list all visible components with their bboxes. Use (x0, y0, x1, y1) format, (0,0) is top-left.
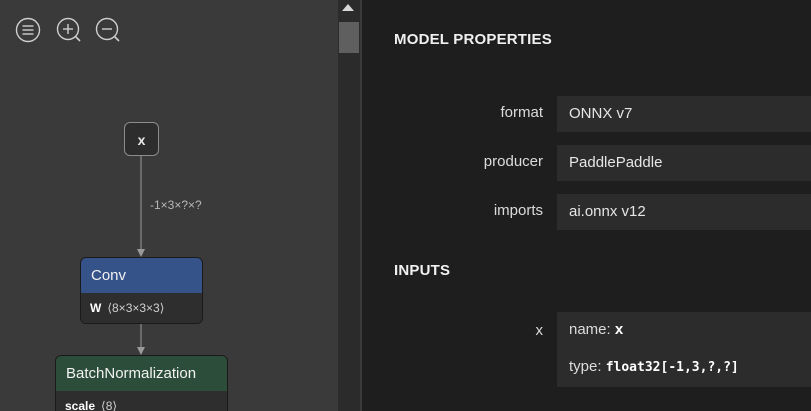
attribute-shape: ⟨8×3×3×3⟩ (107, 301, 165, 315)
panel-title: MODEL PROPERTIES (394, 31, 552, 48)
producer-value[interactable]: PaddlePaddle (557, 145, 811, 181)
scroll-up-arrow-icon[interactable] (342, 4, 354, 11)
name-key: name: (569, 321, 611, 338)
attribute-shape: ⟨8⟩ (101, 399, 118, 411)
type-key: type: (569, 358, 602, 375)
model-properties-panel: MODEL PROPERTIES format ONNX v7 producer… (362, 0, 811, 411)
format-label: format (500, 104, 543, 121)
scrollbar-thumb[interactable] (339, 22, 359, 53)
imports-value[interactable]: ai.onnx v12 (557, 194, 811, 230)
batchnormalization-node[interactable]: BatchNormalization scale ⟨8⟩ (55, 355, 228, 411)
edge-arrowhead (137, 347, 145, 355)
node-attribute: W ⟨8×3×3×3⟩ (81, 293, 202, 323)
edge-arrowhead (137, 249, 145, 257)
conv-node[interactable]: Conv W ⟨8×3×3×3⟩ (80, 257, 203, 324)
imports-label: imports (493, 202, 543, 219)
name-value: x (614, 321, 624, 338)
input-type-row[interactable]: type: float32[-1,3,?,?] (557, 349, 811, 387)
producer-label: producer (483, 153, 543, 170)
graph-input-node[interactable]: x (124, 122, 159, 156)
input-x-label: x (535, 322, 544, 339)
attribute-name: W (90, 301, 102, 315)
edge-shape-label: -1×3×?×? (150, 198, 202, 212)
node-type-label: BatchNormalization (56, 356, 227, 391)
attribute-name: scale (65, 399, 96, 411)
node-type-label: Conv (81, 258, 202, 293)
format-value[interactable]: ONNX v7 (557, 96, 811, 132)
graph-scrollbar[interactable] (338, 0, 360, 411)
type-value: float32[-1,3,?,?] (605, 360, 739, 375)
graph-canvas[interactable]: x -1×3×?×? Conv W ⟨8×3×3×3⟩ BatchNormaliz… (0, 0, 362, 411)
input-name-row[interactable]: name: x (557, 312, 811, 349)
inputs-section-title: INPUTS (394, 262, 451, 279)
node-attribute: scale ⟨8⟩ (56, 391, 227, 411)
